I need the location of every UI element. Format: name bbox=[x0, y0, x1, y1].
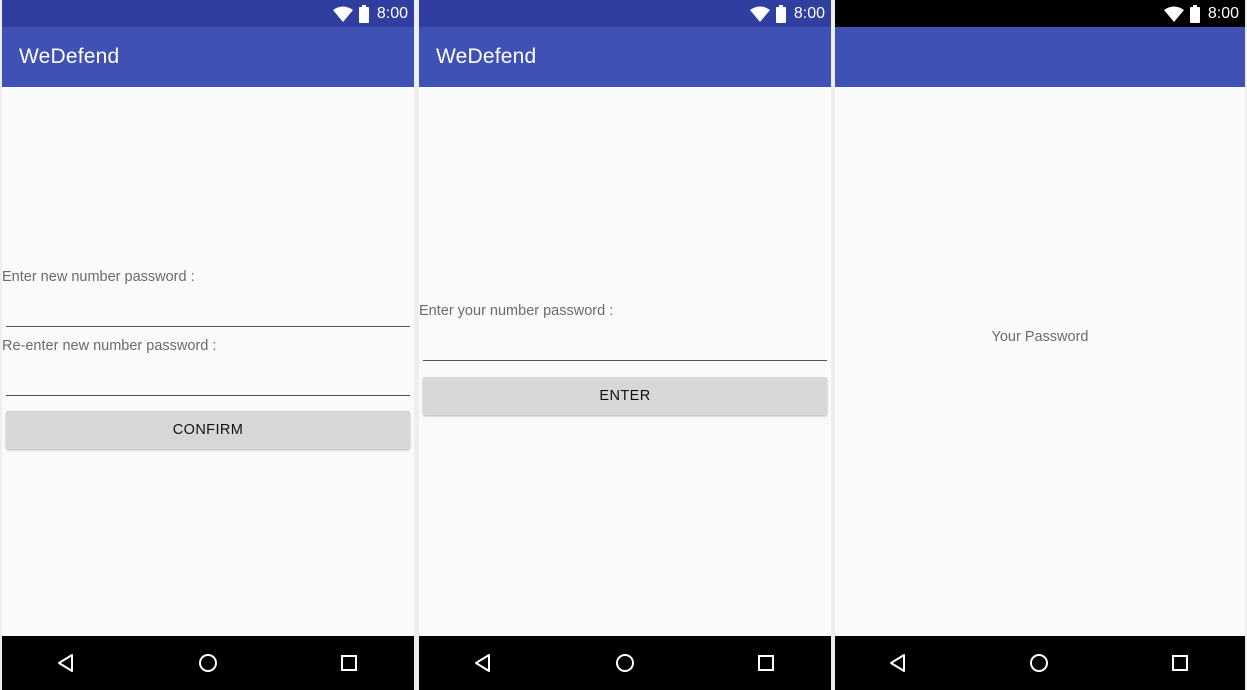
home-circle-icon[interactable] bbox=[609, 647, 641, 679]
navigation-bar bbox=[419, 636, 831, 690]
status-bar: 8:00 bbox=[835, 0, 1245, 27]
confirm-button-label: CONFIRM bbox=[172, 422, 244, 438]
back-triangle-icon[interactable] bbox=[882, 647, 914, 679]
battery-icon bbox=[358, 5, 369, 23]
app-title: WeDefend bbox=[436, 45, 537, 68]
password-label: Enter your number password : bbox=[419, 303, 614, 319]
status-bar: 8:00 bbox=[2, 0, 414, 27]
navigation-bar bbox=[835, 636, 1245, 690]
back-triangle-icon[interactable] bbox=[50, 647, 82, 679]
your-password-text: Your Password bbox=[991, 329, 1089, 345]
home-circle-icon[interactable] bbox=[192, 647, 224, 679]
back-triangle-icon[interactable] bbox=[467, 647, 499, 679]
recents-square-icon[interactable] bbox=[1164, 647, 1196, 679]
enter-button-label: ENTER bbox=[599, 388, 651, 404]
home-circle-icon[interactable] bbox=[1023, 647, 1055, 679]
show-password-screen: 8:00 Your Password bbox=[835, 0, 1245, 690]
wifi-icon bbox=[332, 6, 353, 22]
app-bar: WeDefend bbox=[419, 27, 831, 87]
status-bar: 8:00 bbox=[419, 0, 831, 27]
status-time: 8:00 bbox=[1207, 5, 1239, 22]
reenter-password-field[interactable] bbox=[6, 365, 410, 396]
reenter-password-label: Re-enter new number password : bbox=[2, 338, 217, 354]
status-time: 8:00 bbox=[376, 5, 408, 22]
enter-button[interactable]: ENTER bbox=[423, 377, 827, 415]
app-title: WeDefend bbox=[19, 45, 120, 68]
app-bar bbox=[835, 27, 1245, 87]
battery-icon bbox=[1189, 5, 1200, 23]
recents-square-icon[interactable] bbox=[333, 647, 365, 679]
recents-square-icon[interactable] bbox=[750, 647, 782, 679]
wifi-icon bbox=[749, 6, 770, 22]
status-time: 8:00 bbox=[793, 5, 825, 22]
wifi-icon bbox=[1163, 6, 1184, 22]
enter-password-screen: 8:00 WeDefend Enter your number password… bbox=[419, 0, 831, 690]
battery-icon bbox=[775, 5, 786, 23]
password-field[interactable] bbox=[423, 330, 827, 361]
app-bar: WeDefend bbox=[2, 27, 414, 87]
new-password-field[interactable] bbox=[6, 296, 410, 327]
confirm-button[interactable]: CONFIRM bbox=[6, 411, 410, 449]
navigation-bar bbox=[2, 636, 414, 690]
setup-password-screen: 8:00 WeDefend Enter new number password … bbox=[2, 0, 414, 690]
new-password-label: Enter new number password : bbox=[2, 269, 195, 285]
